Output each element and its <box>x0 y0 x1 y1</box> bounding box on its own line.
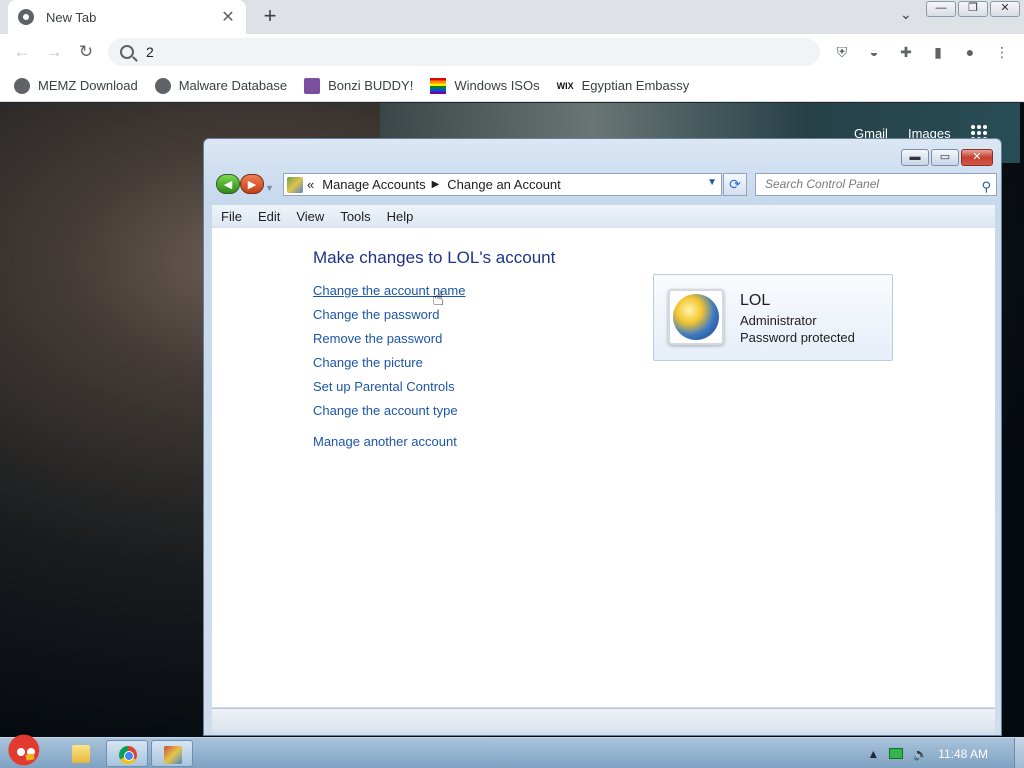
account-password-status: Password protected <box>740 330 855 345</box>
bookmark-windows-isos[interactable]: Windows ISOs <box>430 77 540 94</box>
breadcrumb-separator-icon[interactable]: ▶ <box>432 179 440 190</box>
address-row: ◀ ▶ ▼ « Manage Accounts ▶ Change an Acco… <box>216 173 997 197</box>
tab-search-chevron-icon[interactable]: ⌄ <box>900 6 916 23</box>
tab-title: New Tab <box>46 9 97 25</box>
globe-icon <box>154 77 171 94</box>
search-icon <box>120 45 134 59</box>
forward-arrow-icon[interactable]: → <box>44 42 64 62</box>
window-close-button[interactable]: ✕ <box>961 149 993 166</box>
control-panel-window: ▬ ▭ ✕ ◀ ▶ ▼ « Manage Accounts ▶ Change a… <box>203 138 1002 736</box>
back-button[interactable]: ◀ <box>216 174 240 194</box>
tab-close-icon[interactable]: ✕ <box>220 7 236 27</box>
system-tray: ▲ 🔈 11:48 AM <box>867 738 1024 768</box>
search-icon[interactable]: ⚲ <box>981 176 991 197</box>
rainbow-flag-icon <box>430 77 447 94</box>
account-type: Administrator <box>740 313 817 328</box>
back-arrow-icon[interactable]: ← <box>12 42 32 62</box>
omnibox-text: 2 <box>146 44 154 60</box>
side-panel-icon[interactable]: ▮ <box>928 42 948 62</box>
bookmark-label: Bonzi BUDDY! <box>328 78 414 93</box>
browser-close-button[interactable]: ✕ <box>990 1 1020 17</box>
menu-edit[interactable]: Edit <box>258 209 280 224</box>
window-maximize-button[interactable]: ▭ <box>931 149 959 166</box>
ublock-icon[interactable]: ⛨ <box>832 42 852 62</box>
profile-avatar-icon[interactable]: ● <box>960 42 980 62</box>
account-name: LOL <box>740 292 771 309</box>
bookmark-memz-download[interactable]: MEMZ Download <box>14 77 138 94</box>
tab-new-tab[interactable]: New Tab ✕ <box>8 0 246 34</box>
window-caption-buttons: ▬ ▭ ✕ <box>899 149 993 166</box>
bookmark-malware-database[interactable]: Malware Database <box>154 77 288 94</box>
puzzle-extensions-icon[interactable]: ✚ <box>896 42 916 62</box>
browser-window-controls: ⌄ — ❐ ✕ <box>900 0 1024 22</box>
folder-icon <box>72 745 90 763</box>
change-password-link[interactable]: Change the password <box>313 307 439 322</box>
menu-kebab-icon[interactable]: ⋮ <box>992 42 1012 62</box>
bookmark-label: Windows ISOs <box>454 78 540 93</box>
status-bar <box>212 708 995 732</box>
menu-file[interactable]: File <box>221 209 242 224</box>
new-tab-button[interactable]: + <box>258 4 282 28</box>
network-icon[interactable] <box>889 748 904 759</box>
breadcrumb[interactable]: « Manage Accounts ▶ Change an Account ▼ <box>283 173 722 196</box>
menu-tools[interactable]: Tools <box>340 209 370 224</box>
address-dropdown-icon[interactable]: ▼ <box>707 177 717 188</box>
show-desktop-button[interactable] <box>1014 738 1024 768</box>
browser-toolbar: ← → ↻ 2 ⛨ ◒ ✚ ▮ ● ⋮ <box>0 34 1024 70</box>
breadcrumb-change-account[interactable]: Change an Account <box>447 177 560 192</box>
menu-bar: File Edit View Tools Help <box>212 205 995 227</box>
account-card: LOL Administrator Password protected <box>653 274 893 361</box>
extension-flag-icon[interactable]: ◒ <box>864 42 884 62</box>
bookmark-egyptian-embassy[interactable]: WIX Egyptian Embassy <box>557 78 690 94</box>
taskbar-control-panel-button[interactable] <box>151 740 193 767</box>
change-account-type-link[interactable]: Change the account type <box>313 403 458 418</box>
globe-icon <box>14 77 30 94</box>
bookmarks-bar: MEMZ Download Malware Database Bonzi BUD… <box>0 70 1024 102</box>
taskbar: ▲ 🔈 11:48 AM <box>0 730 1024 768</box>
reload-icon[interactable]: ↻ <box>76 42 96 62</box>
forward-button[interactable]: ▶ <box>240 174 264 194</box>
hand-cursor-icon: ☝ <box>432 288 445 310</box>
search-control-panel-input[interactable]: Search Control Panel ⚲ <box>755 173 997 196</box>
omnibox[interactable]: 2 <box>108 38 820 66</box>
menu-help[interactable]: Help <box>387 209 414 224</box>
parental-controls-link[interactable]: Set up Parental Controls <box>313 379 455 394</box>
window-minimize-button[interactable]: ▬ <box>901 149 929 166</box>
refresh-button[interactable]: ⟳ <box>723 173 747 196</box>
bookmark-bonzi-buddy[interactable]: Bonzi BUDDY! <box>304 77 414 94</box>
bonzi-icon <box>304 77 321 94</box>
show-hidden-icons-icon[interactable]: ▲ <box>867 747 879 761</box>
search-placeholder: Search Control Panel <box>765 177 880 191</box>
chrome-icon <box>119 746 137 764</box>
bookmark-label: MEMZ Download <box>38 78 138 93</box>
minimize-button[interactable]: — <box>926 1 956 17</box>
account-picture-icon <box>673 294 719 340</box>
taskbar-chrome-button[interactable] <box>106 740 148 767</box>
wix-icon: WIX <box>556 80 574 91</box>
page-title: Make changes to LOL's account <box>313 248 556 267</box>
bookmark-label: Egyptian Embassy <box>581 78 690 93</box>
content-pane: Make changes to LOL's account Change the… <box>212 227 995 707</box>
recent-pages-chevron-icon[interactable]: ▼ <box>265 174 275 202</box>
avatar <box>668 289 724 345</box>
change-picture-link[interactable]: Change the picture <box>313 355 423 370</box>
manage-another-account-link[interactable]: Manage another account <box>313 434 457 449</box>
breadcrumb-manage-accounts[interactable]: Manage Accounts <box>322 177 425 192</box>
control-panel-users-icon <box>287 176 303 193</box>
chrome-favicon-icon <box>18 9 34 25</box>
bookmark-label: Malware Database <box>178 78 288 93</box>
volume-icon[interactable]: 🔈 <box>913 747 928 761</box>
menu-view[interactable]: View <box>296 209 324 224</box>
start-button-angry-bird-icon[interactable] <box>4 730 48 768</box>
control-panel-icon <box>164 746 182 764</box>
breadcrumb-overflow[interactable]: « <box>307 177 314 192</box>
nav-buttons: ◀ ▶ ▼ <box>216 174 275 202</box>
restore-button[interactable]: ❐ <box>958 1 988 17</box>
clock[interactable]: 11:48 AM <box>938 747 988 761</box>
tab-strip: New Tab ✕ + ⌄ — ❐ ✕ <box>0 0 1024 34</box>
remove-password-link[interactable]: Remove the password <box>313 331 442 346</box>
taskbar-explorer-button[interactable] <box>60 740 102 767</box>
